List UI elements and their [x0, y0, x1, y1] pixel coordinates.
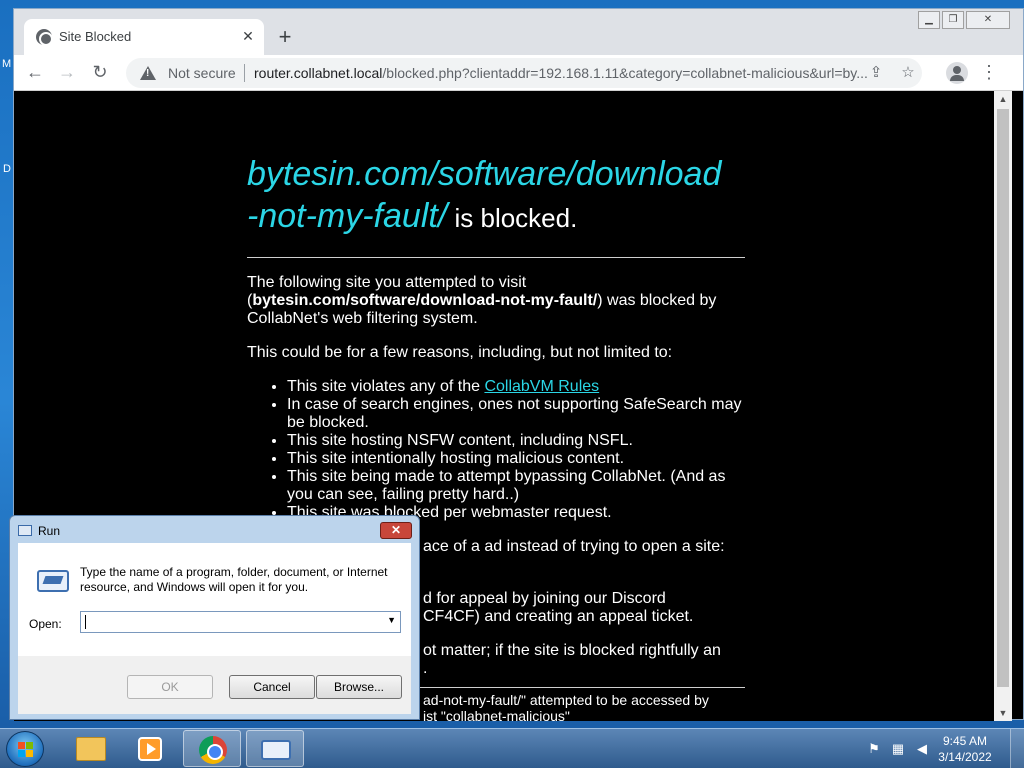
start-button[interactable]	[6, 731, 44, 767]
collabvm-rules-link[interactable]: CollabVM Rules	[484, 378, 599, 395]
more-menu-icon[interactable]: ⋮	[979, 61, 999, 85]
dialog-footer: OK Cancel Browse...	[18, 656, 411, 714]
appeal-text-line2: CF4CF) and creating an appeal ticket.	[423, 608, 694, 625]
footnote-line1: ad-not-my-fault/" attempted to be access…	[423, 692, 709, 708]
warning-icon[interactable]	[140, 66, 156, 80]
intro-paragraph: The following site you attempted to visi…	[247, 274, 745, 328]
url-text[interactable]: router.collabnet.local/blocked.php?clien…	[254, 65, 874, 81]
url-divider	[244, 64, 245, 82]
scroll-thumb[interactable]	[997, 109, 1009, 687]
browser-toolbar: ← → ↻ Not secure router.collabnet.local/…	[14, 55, 1023, 91]
open-input[interactable]	[85, 614, 375, 630]
list-item: In case of search engines, ones not supp…	[287, 396, 745, 432]
browse-button[interactable]: Browse...	[316, 675, 402, 699]
taskbar-explorer[interactable]	[60, 730, 118, 767]
chrome-icon	[199, 736, 227, 764]
tab-strip: Site Blocked ✕ + ▁ ❐ ✕	[14, 9, 1023, 55]
new-tab-button[interactable]: +	[272, 25, 298, 51]
partial-text: ace of a ad instead of trying to open a …	[423, 538, 725, 555]
list-item: This site violates any of the CollabVM R…	[287, 378, 745, 396]
reasons-list: This site violates any of the CollabVM R…	[247, 378, 745, 522]
blocked-suffix: is blocked.	[447, 203, 578, 233]
share-icon[interactable]: ⇪	[866, 63, 886, 83]
taskbar-media-player[interactable]	[120, 730, 178, 767]
dialog-body: Type the name of a program, folder, docu…	[18, 543, 411, 656]
minimize-button[interactable]: ▁	[918, 11, 940, 29]
run-icon	[18, 525, 32, 536]
address-bar[interactable]: Not secure router.collabnet.local/blocke…	[126, 58, 922, 88]
clock-date: 3/14/2022	[938, 750, 992, 764]
back-arrow-icon[interactable]: ←	[22, 61, 48, 85]
scroll-up-icon[interactable]: ▲	[994, 91, 1012, 107]
windows-flag-icon	[18, 742, 34, 758]
list-item: This site intentionally hosting maliciou…	[287, 450, 745, 468]
run-dialog: Run ✕ Type the name of a program, folder…	[9, 515, 420, 720]
taskbar-chrome[interactable]	[183, 730, 241, 767]
reload-icon[interactable]: ↻	[87, 61, 113, 85]
url-path: /blocked.php?clientaddr=192.168.1.11&cat…	[382, 65, 868, 81]
close-button[interactable]: ✕	[380, 522, 412, 539]
footnote-line2: ist "collabnet-malicious"	[423, 708, 570, 721]
window-close-button[interactable]: ✕	[966, 11, 1010, 29]
run-program-icon	[261, 740, 291, 760]
volume-icon[interactable]: ◀	[914, 741, 930, 757]
security-status[interactable]: Not secure	[168, 65, 236, 81]
network-icon[interactable]: ▦	[890, 741, 906, 757]
taskbar-run[interactable]	[246, 730, 304, 767]
text-caret	[85, 615, 86, 629]
reasons-intro: This could be for a few reasons, includi…	[247, 344, 673, 361]
blocked-url-line2: -not-my-fault/	[247, 197, 448, 235]
url-host: router.collabnet.local	[254, 65, 383, 81]
tab-title: Site Blocked	[59, 29, 132, 44]
divider	[247, 257, 745, 258]
list-item: This site being made to attempt bypassin…	[287, 468, 745, 504]
ok-button[interactable]: OK	[127, 675, 213, 699]
bookmark-star-icon[interactable]: ☆	[898, 63, 918, 83]
open-label: Open:	[29, 617, 62, 631]
note-text-line2: .	[423, 660, 428, 677]
globe-icon	[36, 29, 53, 46]
taskbar: ⚑ ▦ ◀ 9:45 AM 3/14/2022	[0, 728, 1024, 768]
show-desktop-button[interactable]	[1010, 729, 1024, 768]
cancel-button[interactable]: Cancel	[229, 675, 315, 699]
profile-icon[interactable]	[946, 62, 968, 84]
desktop-icon-label[interactable]: M	[2, 58, 11, 70]
run-program-icon	[37, 570, 69, 592]
close-tab-icon[interactable]: ✕	[238, 26, 258, 46]
system-clock[interactable]: 9:45 AM 3/14/2022	[930, 733, 1000, 765]
intro-site: bytesin.com/software/download-not-my-fau…	[252, 292, 598, 309]
vertical-scrollbar[interactable]: ▲ ▼	[994, 91, 1012, 721]
action-center-flag-icon[interactable]: ⚑	[866, 741, 882, 757]
open-combobox[interactable]: ▼	[80, 611, 401, 633]
forward-arrow-icon[interactable]: →	[54, 61, 80, 85]
blocked-url-line1: bytesin.com/software/download	[247, 155, 722, 193]
note-text-line1: ot matter; if the site is blocked rightf…	[423, 642, 721, 659]
dialog-description: Type the name of a program, folder, docu…	[80, 565, 388, 594]
dialog-title: Run	[38, 524, 61, 538]
tab-site-blocked[interactable]: Site Blocked ✕	[24, 19, 264, 55]
appeal-text-line1: d for appeal by joining our Discord	[423, 590, 666, 607]
list-item: This site hosting NSFW content, includin…	[287, 432, 745, 450]
page-heading: bytesin.com/software/download -not-my-fa…	[247, 153, 745, 239]
clock-time: 9:45 AM	[942, 734, 988, 748]
chevron-down-icon[interactable]: ▼	[387, 615, 396, 625]
scroll-down-icon[interactable]: ▼	[994, 705, 1012, 721]
media-player-icon	[138, 737, 162, 761]
reason-text: This site violates any of the	[287, 378, 485, 395]
desktop-icon-label[interactable]: D	[3, 163, 11, 175]
folder-icon	[76, 737, 106, 761]
maximize-button[interactable]: ❐	[942, 11, 964, 29]
